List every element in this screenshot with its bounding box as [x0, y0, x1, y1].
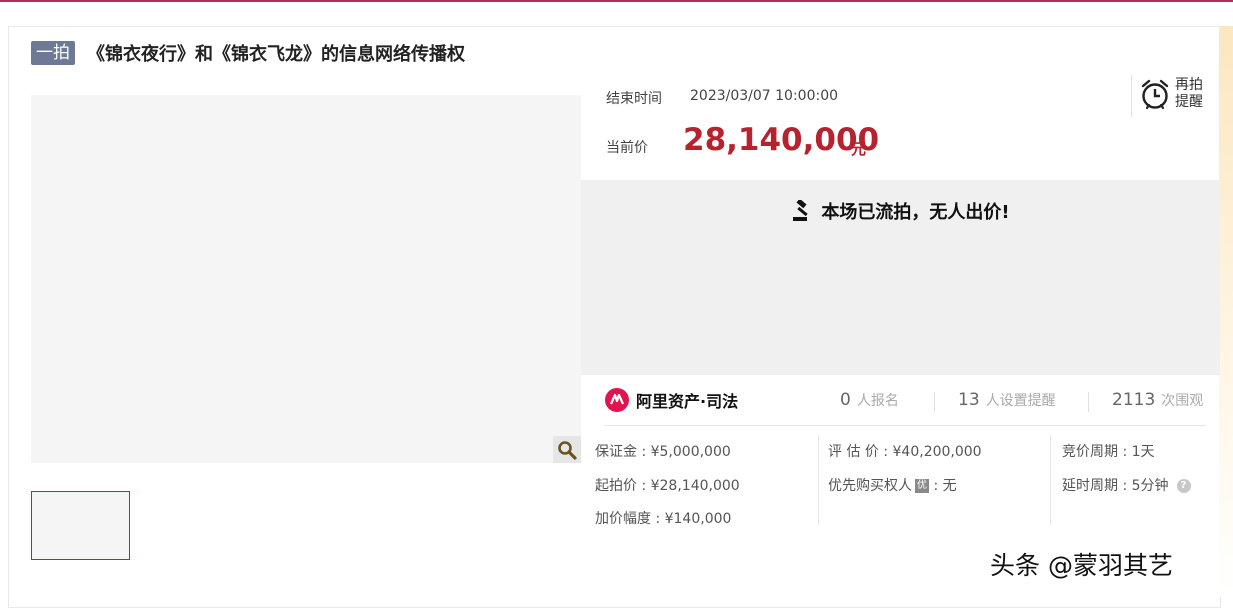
signups-stat: 0 人报名	[840, 390, 899, 410]
extension-cycle-row: 延时周期 : 5分钟?	[1062, 475, 1191, 495]
priority-value: : 无	[929, 478, 957, 494]
reminders-stat: 13 人设置提醒	[958, 390, 1056, 410]
current-price-unit: 元	[851, 140, 867, 158]
remind-divider	[1131, 75, 1132, 117]
reminders-label: 人设置提醒	[985, 393, 1056, 409]
watermark: 头条 @蒙羽其艺	[990, 551, 1173, 580]
status-message: 本场已流拍，无人出价!	[581, 198, 1220, 224]
side-decoration	[1219, 26, 1233, 597]
column-divider	[1050, 435, 1051, 525]
stats-divider	[934, 392, 935, 412]
brand-name: 阿里资产·司法	[636, 392, 739, 411]
bidding-cycle: 竞价周期 : 1天	[1062, 444, 1155, 460]
reminders-count: 13	[958, 390, 980, 410]
gavel-icon	[793, 200, 809, 221]
stats-divider	[1088, 392, 1089, 412]
appraisal-price: 评 估 价 : ¥40,200,000	[828, 444, 982, 460]
alarm-clock-icon	[1141, 79, 1169, 110]
brand-logo-icon	[605, 388, 629, 412]
current-price-label: 当前价	[606, 140, 648, 156]
auction-round-tag: 一拍	[31, 41, 75, 65]
views-stat: 2113 次围观	[1112, 390, 1203, 410]
starting-price: 起拍价 : ¥28,140,000	[595, 478, 740, 494]
signups-label: 人报名	[856, 393, 899, 409]
remind-label: 再拍提醒	[1175, 77, 1203, 110]
main-image[interactable]	[31, 95, 581, 463]
priority-purchase: 优先购买权人优 : 无	[828, 475, 957, 495]
zoom-button[interactable]	[553, 436, 581, 463]
end-time-value: 2023/03/07 10:00:00	[690, 88, 839, 104]
signups-count: 0	[840, 390, 851, 410]
thumbnail-selected[interactable]	[31, 491, 130, 560]
current-price-value: 28,140,000	[683, 122, 880, 158]
page-title: 《锦衣夜行》和《锦衣飞龙》的信息网络传播权	[87, 44, 465, 65]
zoom-icon	[558, 440, 577, 460]
column-divider	[818, 435, 819, 525]
extension-cycle: 延时周期 : 5分钟	[1062, 478, 1169, 494]
end-time-label: 结束时间	[606, 91, 662, 107]
brand[interactable]: 阿里资产·司法	[604, 387, 738, 413]
top-accent-line	[0, 0, 1233, 2]
title-row: 一拍 《锦衣夜行》和《锦衣飞龙》的信息网络传播权	[31, 40, 465, 66]
status-panel: 本场已流拍，无人出价!	[581, 180, 1220, 375]
bid-increment: 加价幅度 : ¥140,000	[595, 511, 732, 527]
views-label: 次围观	[1161, 393, 1204, 409]
help-icon[interactable]: ?	[1176, 479, 1191, 493]
stats-row: 阿里资产·司法 0 人报名 13 人设置提醒 2113 次围观	[604, 385, 1206, 426]
views-count: 2113	[1112, 390, 1156, 410]
status-text: 本场已流拍，无人出价!	[821, 202, 1010, 223]
priority-badge: 优	[915, 479, 929, 493]
remind-button[interactable]: 再拍提醒	[1140, 77, 1207, 111]
priority-label: 优先购买权人	[828, 478, 912, 494]
deposit: 保证金 : ¥5,000,000	[595, 444, 731, 460]
